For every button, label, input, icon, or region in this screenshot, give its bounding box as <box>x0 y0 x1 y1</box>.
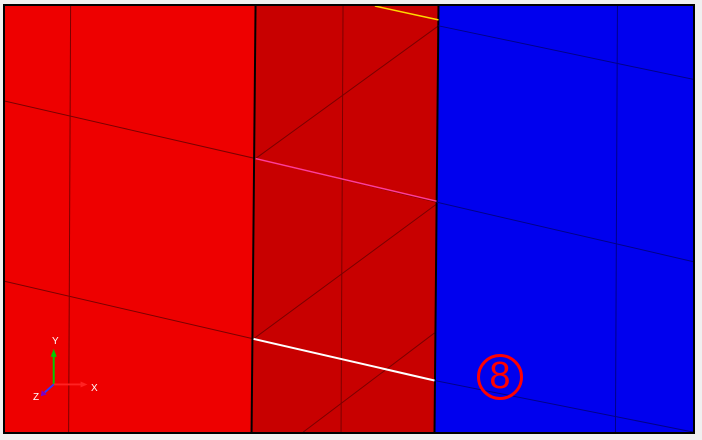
red-face-middle <box>251 6 439 432</box>
x-axis-label: X <box>91 383 98 394</box>
model-canvas[interactable] <box>5 6 693 432</box>
z-axis-label: Z <box>33 392 40 403</box>
circled-number-marker: 8 <box>477 354 523 400</box>
red-face-left <box>5 6 256 432</box>
y-axis-label: Y <box>52 336 59 347</box>
blue-face-right <box>434 6 693 432</box>
model-viewport[interactable]: Y X Z 8 <box>3 4 695 434</box>
